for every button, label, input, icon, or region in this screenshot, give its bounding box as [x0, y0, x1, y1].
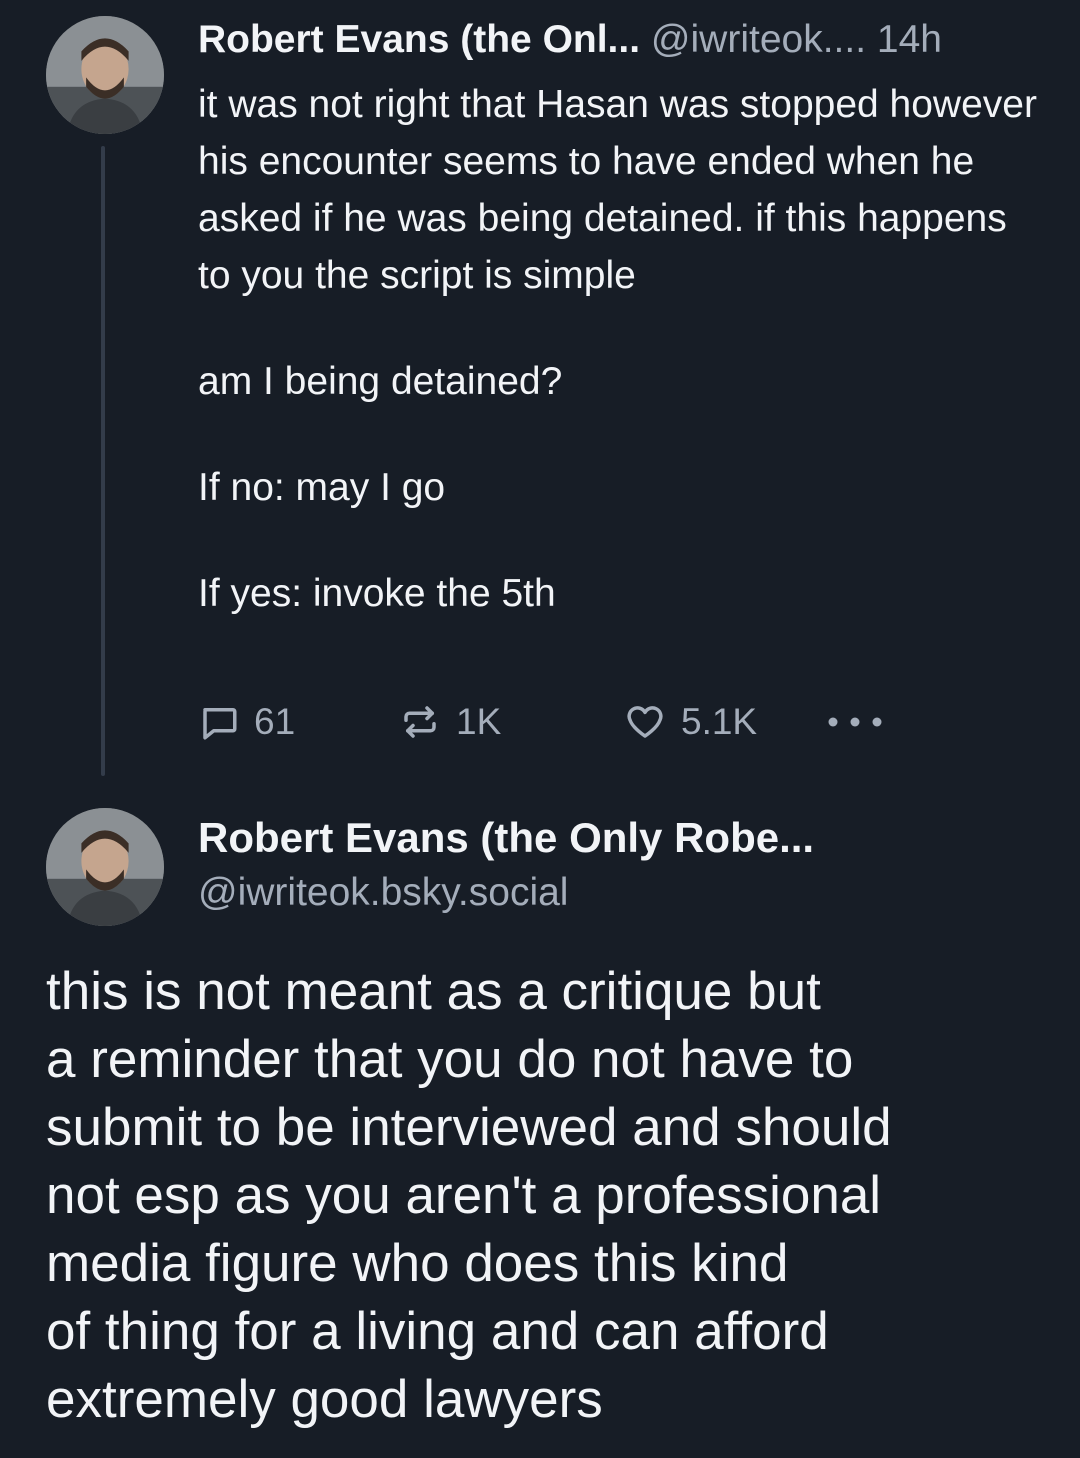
main-post-line: not esp as you aren't a professional	[46, 1166, 882, 1225]
parent-post-body[interactable]: it was not right that Hasan was stopped …	[198, 76, 1038, 622]
repost-count: 1K	[456, 701, 502, 742]
like-count: 5.1K	[681, 701, 758, 742]
parent-post-header: Robert Evans (the Onl... @iwriteok.... 1…	[198, 14, 942, 66]
avatar-portrait-icon	[46, 808, 164, 926]
repost-button[interactable]: 1K	[398, 698, 501, 746]
main-post-body: this is not meant as a critique but a re…	[46, 958, 1056, 1434]
main-author-name[interactable]: Robert Evans (the Only Robe...	[198, 810, 814, 866]
main-post-line: of thing for a living and can afford	[46, 1302, 829, 1361]
thread-connector-line	[101, 146, 105, 776]
main-post-line: this is not meant as a critique but	[46, 962, 821, 1021]
parent-post-paragraph: If no: may I go	[198, 466, 446, 509]
author-avatar[interactable]	[46, 808, 164, 926]
avatar-portrait-icon	[46, 16, 164, 134]
author-avatar[interactable]	[46, 16, 164, 134]
parent-post-time[interactable]: 14h	[877, 18, 942, 61]
parent-post-paragraph: If yes: invoke the 5th	[198, 572, 556, 615]
reply-icon	[203, 708, 237, 740]
like-button[interactable]: 5.1K	[623, 698, 757, 746]
heart-icon	[627, 706, 663, 738]
parent-post-paragraph: am I being detained?	[198, 360, 563, 403]
main-post-line: submit to be interviewed and should	[46, 1098, 892, 1157]
more-options-button[interactable]	[823, 698, 887, 746]
parent-post-paragraph: it was not right that Hasan was stopped …	[198, 83, 1037, 297]
repost-icon	[404, 706, 436, 738]
parent-author-name[interactable]: Robert Evans (the Onl...	[198, 18, 640, 61]
main-post-line: media figure who does this kind	[46, 1234, 789, 1293]
reply-button[interactable]: 61	[198, 698, 295, 746]
main-post-line: a reminder that you do not have to	[46, 1030, 854, 1089]
post-action-bar: 61 1K 5.1K	[198, 698, 918, 746]
main-author-handle[interactable]: @iwriteok.bsky.social	[198, 866, 568, 920]
reply-count: 61	[254, 701, 296, 742]
ellipsis-icon	[828, 717, 882, 727]
parent-author-handle[interactable]: @iwriteok....	[651, 18, 866, 61]
main-post-line: extremely good lawyers	[46, 1370, 603, 1429]
